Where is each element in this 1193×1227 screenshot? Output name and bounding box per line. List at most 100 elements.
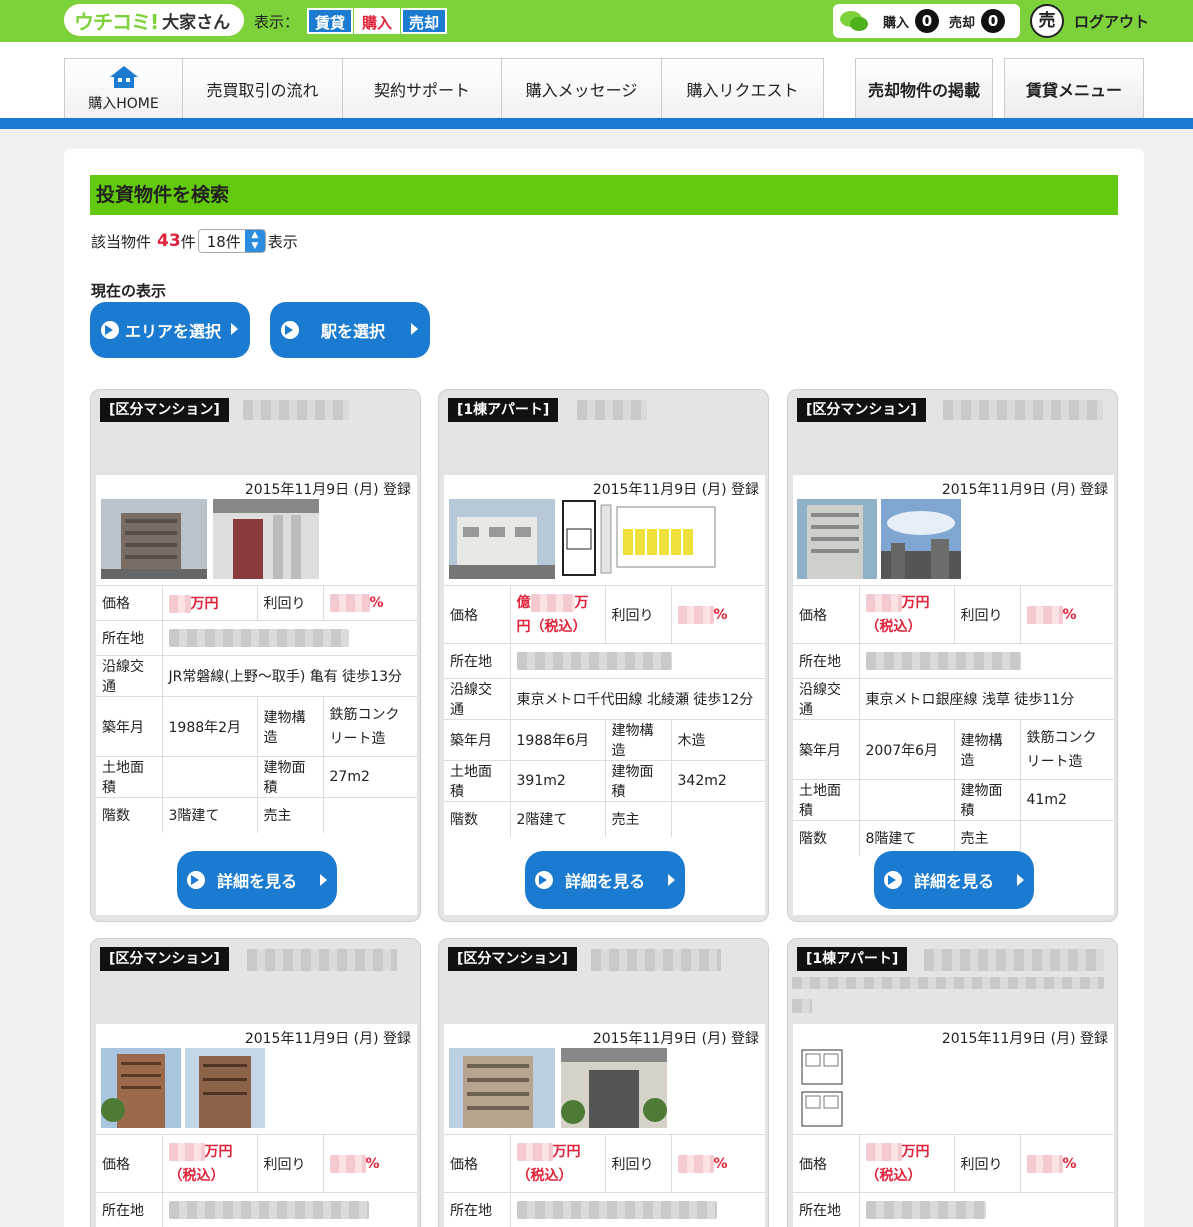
label-yield: 利回り xyxy=(954,585,1021,644)
label-yield: 利回り xyxy=(605,1134,672,1193)
house-icon xyxy=(109,66,138,88)
select-area-button[interactable]: エリアを選択 xyxy=(90,302,250,358)
logo-main: ウチコミ! xyxy=(74,9,159,34)
yield-redacted xyxy=(329,594,370,612)
label-price: 価格 xyxy=(96,585,163,621)
listing-card[interactable]: [区分マンション] 2015年11月9日 (月) 登録 価格 万円 利回り% 所在地… xyxy=(90,389,421,922)
price-tax: （税込） xyxy=(516,1167,573,1184)
sell-mode-icon[interactable]: 売 xyxy=(1030,4,1064,38)
tab-sell-listing[interactable]: 売却物件の掲載 xyxy=(855,58,993,118)
mode-sell-button[interactable]: 売却 xyxy=(401,8,448,34)
listing-card[interactable]: [区分マンション] 2015年11月9日 (月) 登録 価格 万円 （税込） 利回り%… xyxy=(90,938,421,1227)
property-name-redacted xyxy=(577,400,647,420)
select-station-button[interactable]: 駅を選択 xyxy=(270,302,430,358)
spec-table: 価格 万円 （税込） 利回り% 所在地 xyxy=(96,1134,417,1227)
label-location: 所在地 xyxy=(96,1192,163,1227)
property-photo[interactable] xyxy=(449,1048,555,1128)
property-photo[interactable] xyxy=(185,1048,265,1128)
yield-suffix: % xyxy=(713,606,728,623)
view-detail-button[interactable]: 詳細を見る xyxy=(177,851,337,909)
property-type-badge: [区分マンション] xyxy=(797,398,926,422)
tab-buy-messages[interactable]: 購入メッセージ xyxy=(502,59,662,119)
select-arrows-icon: ▲ ▼ xyxy=(244,230,265,252)
yield-redacted xyxy=(1026,605,1063,624)
yield-suffix: % xyxy=(369,595,384,611)
property-type-badge: [区分マンション] xyxy=(100,398,229,422)
property-photo[interactable] xyxy=(449,499,555,579)
listing-date: 2015年11月9日 (月) 登録 xyxy=(244,482,411,498)
price-suffix: 万円 xyxy=(901,1143,930,1160)
yield-suffix: % xyxy=(1062,1155,1077,1172)
listing-date: 2015年11月9日 (月) 登録 xyxy=(592,482,759,498)
mode-buy-button[interactable]: 購入 xyxy=(354,8,401,34)
label-building: 建物面積 xyxy=(605,760,672,802)
listing-card[interactable]: [1棟アパート] 2015年11月9日 (月) 登録 価格 万円 （税込） 利回り% … xyxy=(787,938,1118,1227)
tab-trade-flow[interactable]: 売買取引の流れ xyxy=(183,59,343,119)
chevron-right-icon xyxy=(668,874,675,886)
count-prefix: 該当物件 xyxy=(91,232,152,251)
floor-plan-image[interactable] xyxy=(561,499,718,579)
per-page-select[interactable]: 18件 ▲ ▼ xyxy=(197,229,266,253)
property-name-redacted xyxy=(924,949,1104,971)
listing-details: 2015年11月9日 (月) 登録 価格 万円 （税込） 利回り% 所在地 xyxy=(444,1024,765,1227)
listing-details: 2015年11月9日 (月) 登録 価格 万円 （税込） 利回り% 所在地 xyxy=(96,1024,417,1227)
label-yield: 利回り xyxy=(257,585,324,621)
label-floors: 階数 xyxy=(793,820,860,856)
seller-value xyxy=(323,797,417,833)
listing-date: 2015年11月9日 (月) 登録 xyxy=(592,1031,759,1047)
property-photo[interactable] xyxy=(561,1048,667,1128)
property-photo[interactable] xyxy=(797,499,877,579)
built-value: 1988年2月 xyxy=(162,696,258,757)
view-detail-button[interactable]: 詳細を見る xyxy=(525,851,685,909)
property-type-badge: [1棟アパート] xyxy=(797,947,908,971)
message-counter[interactable]: 購入 0 売却 0 xyxy=(833,4,1020,38)
listing-date: 2015年11月9日 (月) 登録 xyxy=(244,1031,411,1047)
property-photo[interactable] xyxy=(101,499,207,579)
listing-card[interactable]: [1棟アパート] 2015年11月9日 (月) 登録 価格億 万円（税込） 利回り%… xyxy=(438,389,769,922)
label-location: 所在地 xyxy=(96,620,163,656)
property-photo[interactable] xyxy=(101,1048,181,1128)
label-building: 建物面積 xyxy=(257,756,324,798)
view-detail-button[interactable]: 詳細を見る xyxy=(874,851,1034,909)
location-redacted xyxy=(516,1201,717,1220)
building-value: 41m2 xyxy=(1020,779,1114,821)
price-suffix: 万円 xyxy=(552,1143,581,1160)
label-structure: 建物構造 xyxy=(257,696,324,757)
count-value: 43 xyxy=(157,231,181,251)
yield-suffix: % xyxy=(365,1155,380,1172)
tab-buy-home[interactable]: 購入HOME xyxy=(65,59,183,119)
arrow-circle-icon xyxy=(187,871,205,889)
label-land: 土地面積 xyxy=(444,760,511,802)
property-photo[interactable] xyxy=(213,499,319,579)
property-name-redacted xyxy=(792,999,812,1013)
land-value xyxy=(162,756,258,798)
listing-card[interactable]: [区分マンション] 2015年11月9日 (月) 登録 価格 万円 （税込） 利回り%… xyxy=(787,389,1118,922)
spec-table: 価格億 万円（税込） 利回り% 所在地 沿線交通 東京メトロ千代田線 北綾瀬 徒歩12… xyxy=(444,585,765,837)
select-area-label: エリアを選択 xyxy=(125,322,222,341)
site-logo[interactable]: ウチコミ! 大家さん xyxy=(64,4,244,36)
sell-message-label: 売却 xyxy=(949,15,976,31)
tab-rent-menu[interactable]: 賃貸メニュー xyxy=(1004,58,1144,118)
price-tax: （税込） xyxy=(865,618,922,635)
logout-link[interactable]: ログアウト xyxy=(1074,11,1149,32)
nav-divider xyxy=(0,118,1193,129)
price-suffix: 万 xyxy=(574,594,589,611)
label-price: 価格 xyxy=(793,585,860,644)
mode-rent-button[interactable]: 賃貸 xyxy=(307,8,354,34)
yield-redacted xyxy=(1026,1154,1063,1173)
price-redacted xyxy=(865,593,902,612)
main-nav: 購入HOME 売買取引の流れ 契約サポート 購入メッセージ 購入リクエスト xyxy=(64,58,824,119)
display-label: 表示： xyxy=(254,13,300,31)
label-land: 土地面積 xyxy=(96,756,163,798)
tab-buy-requests[interactable]: 購入リクエスト xyxy=(662,59,823,119)
yield-suffix: % xyxy=(713,1155,728,1172)
structure-value: 鉄筋コンクリート造 xyxy=(323,696,417,757)
property-name-redacted xyxy=(243,400,349,420)
location-redacted xyxy=(168,629,349,647)
floor-plan-image[interactable] xyxy=(798,1048,848,1128)
chevron-right-icon xyxy=(320,874,327,886)
arrow-circle-icon xyxy=(101,321,119,339)
listing-card[interactable]: [区分マンション] 2015年11月9日 (月) 登録 価格 万円 （税込） 利回り%… xyxy=(438,938,769,1227)
tab-contract-support[interactable]: 契約サポート xyxy=(343,59,502,119)
property-photo[interactable] xyxy=(881,499,961,579)
